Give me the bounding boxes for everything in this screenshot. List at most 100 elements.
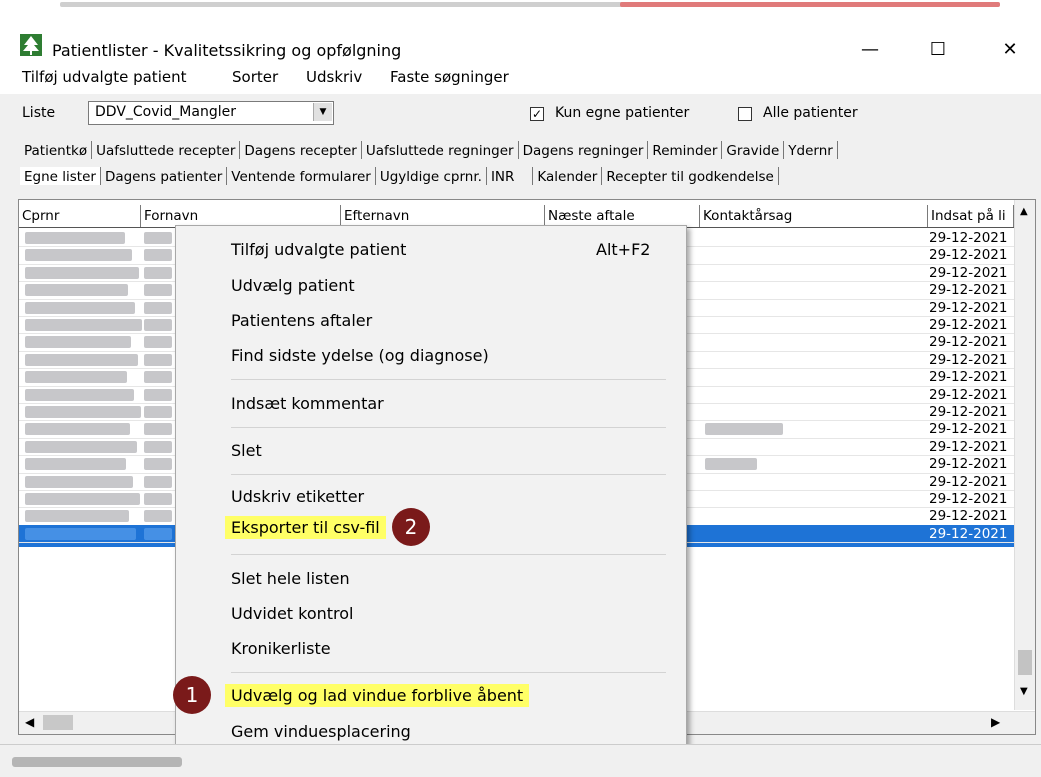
date-cell: 29-12-2021 (929, 421, 1008, 438)
blurred-cprnr (25, 423, 130, 436)
ctx-patientens-aftaler[interactable]: Patientens aftaler (231, 311, 372, 330)
tab-reminder[interactable]: Reminder (648, 141, 723, 159)
blurred-fornavn (144, 493, 172, 505)
menu-udskriv[interactable]: Udskriv (306, 68, 362, 86)
scroll-up-icon[interactable]: ▲ (1020, 206, 1028, 217)
blurred-fornavn (144, 406, 172, 418)
blurred-cprnr (25, 527, 136, 540)
status-bar (0, 744, 1041, 777)
alle-patienter-checkbox[interactable] (738, 107, 752, 121)
ctx-find-sidste-ydelse[interactable]: Find sidste ydelse (og diagnose) (231, 346, 489, 365)
scroll-thumb[interactable] (1018, 650, 1032, 675)
scroll-left-icon[interactable]: ◀ (25, 715, 34, 729)
ctx-udvaelg-wrapper: Udvælg og lad vindue forblive åbent (225, 684, 530, 707)
menu-tilfoej[interactable]: Tilføj udvalgte patient (22, 68, 186, 86)
tab-ydernr[interactable]: Ydernr (784, 141, 838, 159)
scroll-right-icon[interactable]: ▶ (991, 715, 1000, 729)
tab-patientkoe[interactable]: Patientkø (20, 141, 93, 159)
column-header-kontaktaarsag[interactable]: Kontaktårsag (700, 205, 928, 227)
filter-row: Liste DDV_Covid_Mangler ▼ ✓ Kun egne pat… (0, 97, 1041, 129)
tab-gravide[interactable]: Gravide (722, 141, 785, 159)
blurred-kontaktaarsag (705, 423, 783, 436)
date-cell: 29-12-2021 (929, 386, 1008, 403)
kun-egne-checkbox[interactable]: ✓ (530, 107, 544, 121)
tab-dagens-patienter[interactable]: Dagens patienter (101, 167, 228, 185)
blurred-fornavn (144, 458, 172, 471)
blurred-kontaktaarsag (705, 458, 757, 471)
blurred-fornavn (144, 301, 172, 314)
tab-inr[interactable]: INR (487, 167, 534, 185)
tab-row-1: Patientkø Uafsluttede recepter Dagens rece… (20, 141, 838, 167)
date-cell: 29-12-2021 (929, 334, 1008, 351)
ctx-udvidet-kontrol[interactable]: Udvidet kontrol (231, 604, 354, 623)
blurred-fornavn (144, 249, 172, 262)
ctx-udvaelg-og-lad-vindue[interactable]: Udvælg og lad vindue forblive åbent (225, 684, 530, 707)
blurred-fornavn (144, 232, 172, 244)
blurred-status-text (12, 757, 182, 767)
blurred-cprnr (25, 388, 134, 401)
blurred-fornavn (144, 440, 172, 453)
tab-ugyldige-cprnr[interactable]: Ugyldige cprnr. (376, 167, 487, 185)
kun-egne-label: Kun egne patienter (555, 105, 690, 121)
blurred-cprnr (25, 353, 138, 366)
scroll-down-icon[interactable]: ▼ (1020, 686, 1028, 697)
blurred-cprnr (25, 458, 126, 471)
ctx-gem-vinduesplacering[interactable]: Gem vinduesplacering (231, 722, 411, 741)
blurred-cprnr (25, 319, 142, 331)
liste-value: DDV_Covid_Mangler (95, 104, 236, 120)
scroll-thumb-horizontal[interactable] (43, 715, 73, 730)
date-cell: 29-12-2021 (929, 491, 1008, 507)
blurred-cprnr (25, 510, 129, 523)
liste-select[interactable]: DDV_Covid_Mangler ▼ (88, 101, 334, 125)
date-cell: 29-12-2021 (929, 351, 1008, 368)
ctx-tilfoej-udvalgte[interactable]: Tilføj udvalgte patient (231, 240, 406, 259)
column-header-indsat[interactable]: Indsat på li (928, 205, 1014, 227)
ctx-kronikerliste[interactable]: Kronikerliste (231, 639, 331, 658)
tab-kalender[interactable]: Kalender (533, 167, 603, 185)
menu-bar: Tilføj udvalgte patient Sorter Udskriv F… (0, 60, 1041, 94)
ctx-separator (231, 672, 666, 673)
column-header-fornavn[interactable]: Fornavn (141, 205, 341, 227)
column-header-naeste-aftale[interactable]: Næste aftale (545, 205, 700, 227)
chevron-down-icon[interactable]: ▼ (313, 103, 332, 121)
column-header-efternavn[interactable]: Efternavn (341, 205, 545, 227)
context-menu: Tilføj udvalgte patient Alt+F2 Udvælg pa… (175, 225, 687, 752)
window-title: Patientlister - Kvalitetssikring og opfø… (52, 41, 402, 60)
blurred-cprnr (25, 406, 141, 418)
ctx-separator (231, 379, 666, 380)
ctx-separator (231, 554, 666, 555)
ctx-shortcut: Alt+F2 (596, 240, 651, 259)
ctx-eksporter-wrapper: Eksporter til csv-fil (225, 516, 386, 539)
date-cell: 29-12-2021 (929, 473, 1008, 490)
menu-faste-soegninger[interactable]: Faste søgninger (390, 68, 509, 86)
ctx-slet-hele-listen[interactable]: Slet hele listen (231, 569, 350, 588)
column-header-cprnr[interactable]: Cprnr (19, 205, 141, 227)
date-cell: 29-12-2021 (929, 317, 1008, 333)
date-cell: 29-12-2021 (929, 525, 1008, 542)
vertical-scrollbar[interactable]: ▲ ▼ (1014, 200, 1035, 710)
tab-ventende-formularer[interactable]: Ventende formularer (227, 167, 376, 185)
tab-dagens-recepter[interactable]: Dagens recepter (240, 141, 362, 159)
ctx-udskriv-etiketter[interactable]: Udskriv etiketter (231, 487, 364, 506)
blurred-cprnr (25, 493, 140, 505)
ctx-eksporter-csv[interactable]: Eksporter til csv-fil (225, 516, 386, 539)
ctx-indsaet-kommentar[interactable]: Indsæt kommentar (231, 394, 384, 413)
menu-sorter[interactable]: Sorter (232, 68, 278, 86)
background-strip (0, 0, 1041, 10)
tab-uafsluttede-recepter[interactable]: Uafsluttede recepter (92, 141, 241, 159)
tab-uafsluttede-regninger[interactable]: Uafsluttede regninger (362, 141, 519, 159)
blurred-fornavn (144, 527, 172, 540)
blurred-fornavn (144, 336, 172, 349)
tab-dagens-regninger[interactable]: Dagens regninger (519, 141, 649, 159)
tab-egne-lister[interactable]: Egne lister (20, 167, 101, 185)
ctx-slet[interactable]: Slet (231, 441, 262, 460)
blurred-fornavn (144, 475, 172, 488)
tree-app-icon (20, 34, 42, 56)
blurred-background-red (620, 2, 1000, 7)
blurred-cprnr (25, 284, 128, 297)
patientlister-window: Patientlister - Kvalitetssikring og opfø… (0, 0, 1041, 777)
tab-recepter-til-godkendelse[interactable]: Recepter til godkendelse (602, 167, 779, 185)
blurred-cprnr (25, 440, 137, 453)
ctx-udvaelg-patient[interactable]: Udvælg patient (231, 276, 355, 295)
alle-patienter-label: Alle patienter (763, 105, 858, 121)
